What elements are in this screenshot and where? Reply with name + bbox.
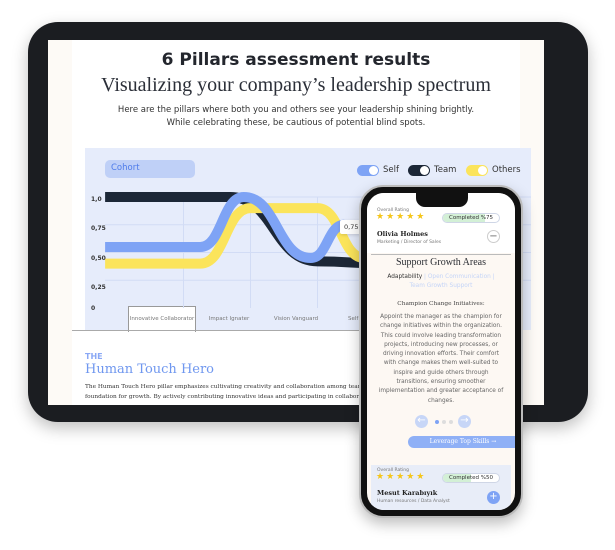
divider	[371, 254, 511, 255]
pager-dot[interactable]	[442, 420, 446, 424]
star-rating: ★★★★★	[376, 472, 427, 482]
skill-tags[interactable]: Adaptability | Open Communication | Team…	[379, 273, 503, 291]
expand-button[interactable]: +	[487, 491, 500, 504]
tag-active[interactable]: Adaptability	[387, 274, 422, 280]
next-button[interactable]: →	[458, 415, 471, 428]
y-tick: 0,75	[91, 225, 106, 232]
person-card[interactable]: Overall Rating ★★★★★ Completed %50 Mesut…	[371, 465, 511, 510]
y-tick: 0,50	[91, 255, 106, 262]
section-body: The Human Touch Hero pillar emphasizes c…	[85, 384, 374, 390]
recommendation-text: Appoint the manager as the champion for …	[378, 314, 504, 404]
y-tick: 0	[91, 305, 96, 312]
pager-dot[interactable]	[449, 420, 453, 424]
phone-screen: Overall Rating ★★★★★ Completed %75 Olivi…	[367, 193, 515, 510]
progress-bar: Completed %50	[442, 473, 500, 483]
y-tick: 1,0	[91, 196, 102, 203]
person-role: Human resources / Data Analyst	[377, 499, 450, 504]
collapse-button[interactable]: −	[487, 230, 500, 243]
series-line-others	[105, 203, 385, 269]
pager-dot[interactable]	[435, 420, 439, 424]
person-name: Mesut Karabıyık	[377, 489, 438, 497]
y-tick: 0,25	[91, 284, 106, 291]
section-heading: Support Growth Areas	[396, 257, 486, 268]
progress-bar: Completed %75	[442, 213, 500, 223]
page-title: 6 Pillars assessment results	[161, 50, 431, 70]
intro-line: Here are the pillars where both you and …	[117, 105, 475, 115]
section-body: foundation for growth. By actively contr…	[85, 394, 374, 400]
sub-heading: Champion Change Initiatives:	[397, 301, 485, 307]
page-subtitle: Visualizing your company’s leadership sp…	[101, 74, 491, 96]
prev-button[interactable]: ←	[415, 415, 428, 428]
phone-notch	[416, 192, 468, 207]
leverage-top-skills-button[interactable]: Leverage Top Skills →	[408, 436, 515, 448]
star-rating: ★★★★★	[376, 212, 427, 222]
person-role: Marketing / Director of Sales	[377, 240, 442, 245]
person-name: Olivia Holmes	[377, 230, 428, 238]
section-title: Human Touch Hero	[85, 362, 215, 377]
intro-line: While celebrating these, be cautious of …	[166, 118, 426, 128]
section-kicker: THE	[85, 352, 103, 361]
tag-others[interactable]: | Open Communication | Team Growth Suppo…	[410, 274, 495, 289]
